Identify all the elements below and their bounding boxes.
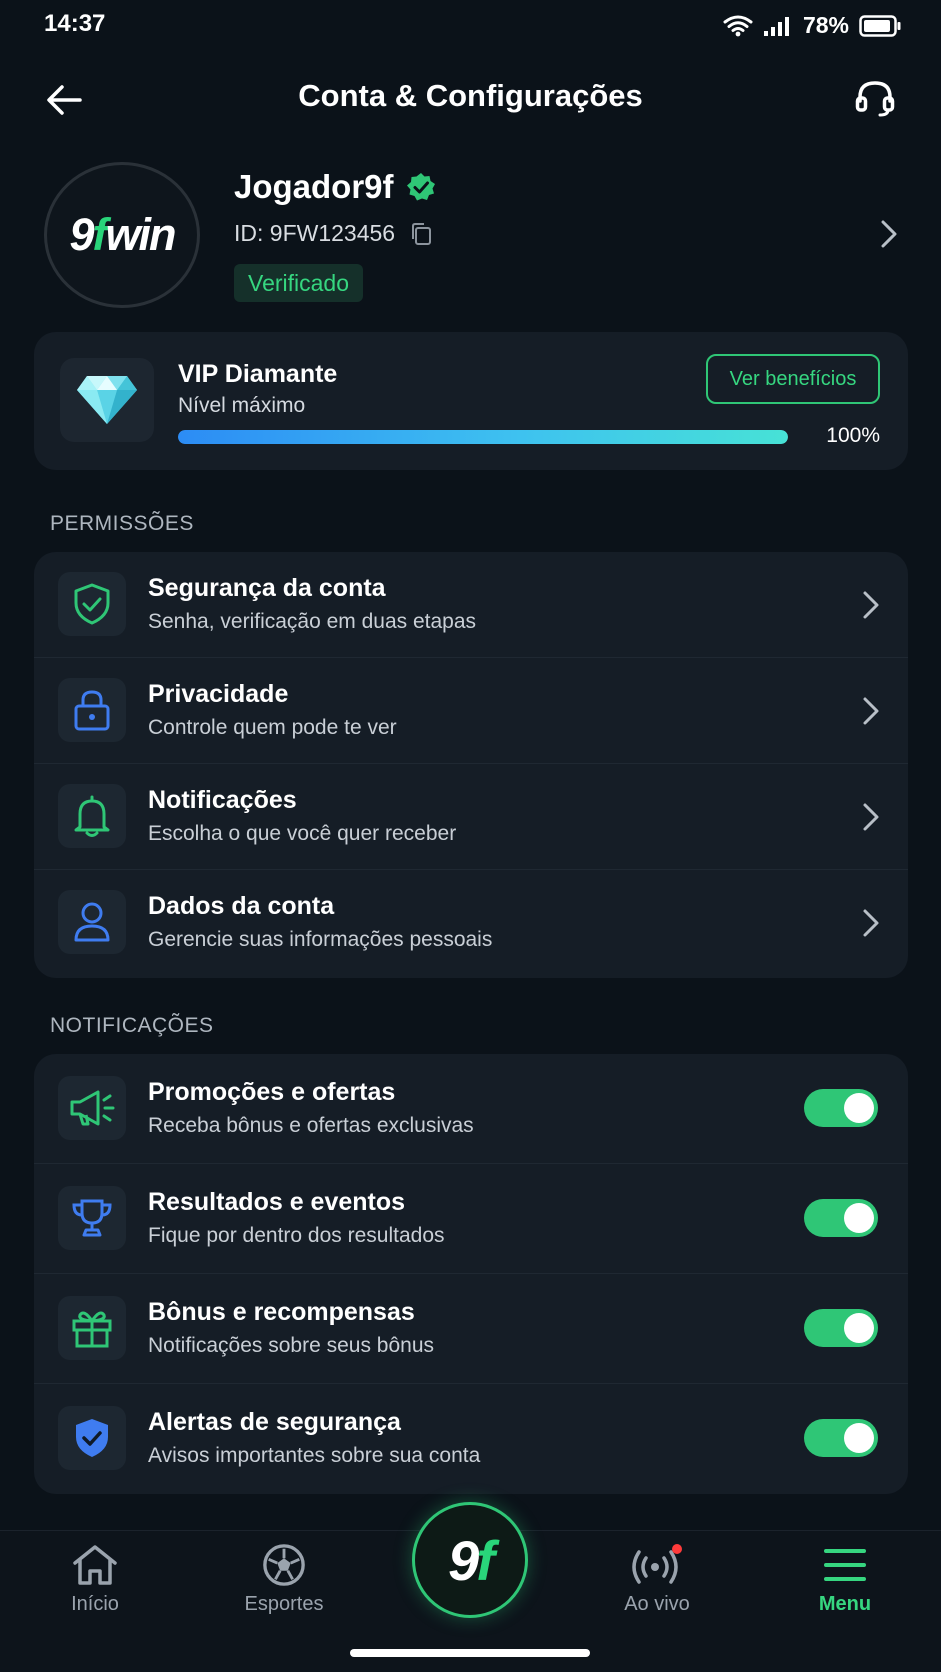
nav-label: Início [71,1593,119,1615]
profile-chevron-icon[interactable] [879,218,899,250]
status-time: 14:37 [44,10,106,37]
promotions-toggle[interactable] [804,1089,878,1127]
nav-sports[interactable]: Esportes [214,1543,354,1616]
headset-icon [855,81,895,117]
notification-row-security: Alertas de segurança Avisos importantes … [34,1384,908,1494]
menu-icon [824,1549,866,1581]
user-id: ID: 9FW123456 [234,220,396,246]
results-toggle[interactable] [804,1199,878,1237]
diamond-icon [77,376,137,424]
battery-icon [859,14,901,37]
nav-live[interactable]: Ao vivo [587,1543,727,1616]
shield-check-icon [58,572,126,636]
row-subtitle: Receba bônus e ofertas exclusivas [148,1114,474,1137]
username-row: Jogador9f [234,168,436,206]
toggle-knob [844,1423,874,1453]
toggle-knob [844,1203,874,1233]
live-broadcast-icon [632,1544,682,1584]
toggle-knob [844,1093,874,1123]
row-title: Notificações [148,786,297,814]
megaphone-icon [58,1076,126,1140]
permission-row-security[interactable]: Segurança da conta Senha, verificação em… [34,552,908,658]
row-subtitle: Avisos importantes sobre sua conta [148,1444,481,1467]
row-subtitle: Controle quem pode te ver [148,716,397,739]
username: Jogador9f [234,168,394,205]
nav-menu[interactable]: Menu [775,1543,915,1616]
row-title: Bônus e recompensas [148,1298,415,1326]
section-label-permissions: PERMISSÕES [50,512,194,535]
chevron-right-icon [863,591,879,619]
notification-row-bonus: Bônus e recompensas Notificações sobre s… [34,1274,908,1384]
row-title: Alertas de segurança [148,1408,401,1436]
permission-row-privacy[interactable]: Privacidade Controle quem pode te ver [34,658,908,764]
row-title: Dados da conta [148,892,335,920]
vip-title: VIP Diamante [178,360,338,388]
notification-row-promotions: Promoções e ofertas Receba bônus e ofert… [34,1054,908,1164]
vip-progress-fill [178,430,788,444]
nav-label: Esportes [244,1593,324,1615]
soccer-ball-icon [263,1544,305,1586]
nav-label: Ao vivo [624,1593,690,1615]
row-subtitle: Senha, verificação em duas etapas [148,610,477,633]
shield-alert-icon [58,1406,126,1470]
vip-benefits-button[interactable]: Ver benefícios [706,354,880,404]
chevron-right-icon [863,803,879,831]
wifi-icon [723,15,753,36]
avatar[interactable]: 9fwin [44,162,200,308]
nav-label: Menu [818,1593,872,1615]
battery-percent: 78% [802,12,849,38]
toggle-knob [844,1313,874,1343]
vip-icon-box [60,358,154,442]
row-title: Privacidade [148,680,289,708]
vip-progress-bar [178,430,788,444]
vip-subtitle: Nível máximo [178,394,306,417]
row-subtitle: Gerencie suas informações pessoais [148,928,493,951]
user-icon [58,890,126,954]
row-subtitle: Notificações sobre seus bônus [148,1334,434,1357]
vip-card: VIP Diamante Nível máximo Ver benefícios… [34,332,908,470]
row-title: Resultados e eventos [148,1188,406,1216]
row-title: Promoções e ofertas [148,1078,396,1106]
status-icons: 78% [723,12,901,39]
vip-progress-label: 100% [826,424,880,447]
page-title: Conta & Configurações [298,78,643,113]
gift-icon [58,1296,126,1360]
brand-logo: 9fwin [69,209,176,260]
home-indicator [350,1649,590,1657]
row-subtitle: Escolha o que você quer receber [148,822,457,845]
nav-home[interactable]: Início [25,1543,165,1616]
lock-icon [58,678,126,742]
notification-row-results: Resultados e eventos Fique por dentro do… [34,1164,908,1274]
copy-icon[interactable] [409,222,433,246]
verified-check-icon [406,173,435,201]
chevron-right-icon [863,909,879,937]
notifications-list: Promoções e ofertas Receba bônus e ofert… [34,1054,908,1494]
section-label-notifications: NOTIFICAÇÕES [50,1014,214,1037]
verified-badge: Verificado [234,264,364,302]
trophy-icon [58,1186,126,1250]
row-title: Segurança da conta [148,574,386,602]
bonus-toggle[interactable] [804,1309,878,1347]
user-id-row: ID: 9FW123456 [234,220,433,247]
signal-icon [763,16,789,36]
support-button[interactable] [849,72,901,124]
permissions-list: Segurança da conta Senha, verificação em… [34,552,908,978]
chevron-right-icon [863,697,879,725]
row-subtitle: Fique por dentro dos resultados [148,1224,445,1247]
security-alerts-toggle[interactable] [804,1419,878,1457]
home-icon [73,1545,117,1585]
bell-icon [58,784,126,848]
permission-row-account-data[interactable]: Dados da conta Gerencie suas informações… [34,870,908,978]
center-home-button[interactable]: 9f [412,1502,528,1618]
brand-logo: 9f [448,1528,495,1592]
permission-row-notifications[interactable]: Notificações Escolha o que você quer rec… [34,764,908,870]
